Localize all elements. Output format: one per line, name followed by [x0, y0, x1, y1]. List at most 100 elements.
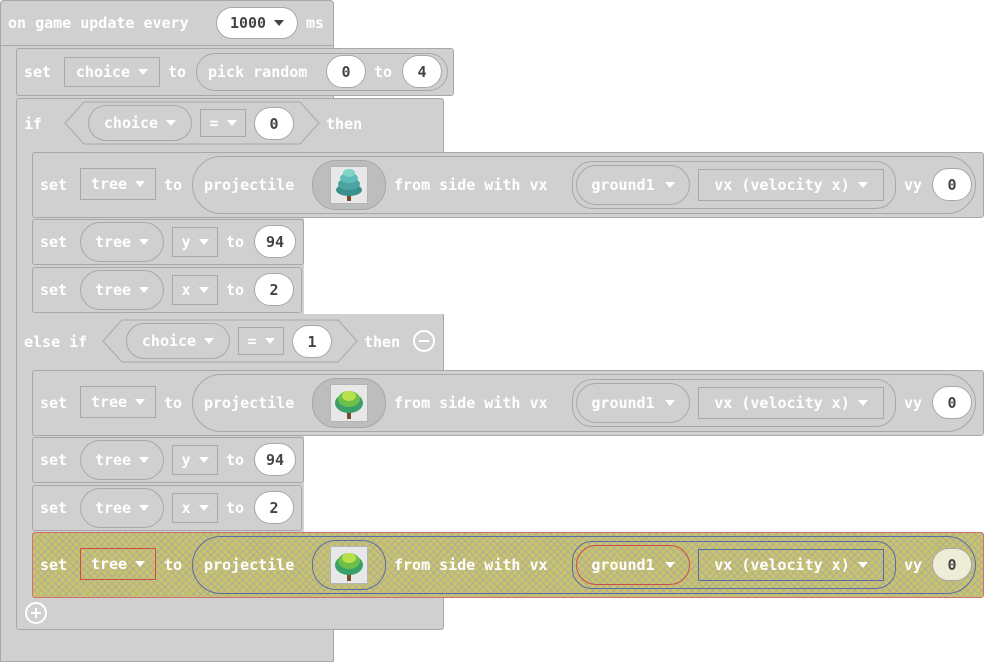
sprite-variable-reporter[interactable]: ground1 [576, 165, 690, 205]
x-value-input[interactable]: 2 [254, 491, 294, 524]
compare-value-input[interactable]: 0 [254, 107, 294, 140]
variable-dropdown-tree[interactable]: tree [80, 386, 156, 418]
chevron-down-icon [857, 400, 868, 406]
set-keyword: set [40, 176, 68, 194]
chevron-down-icon [198, 287, 209, 293]
random-max-input[interactable]: 4 [402, 55, 442, 88]
variable-dropdown-choice[interactable]: choice [64, 57, 160, 87]
to-keyword: to [226, 451, 245, 469]
set-keyword: set [24, 63, 52, 81]
chevron-down-icon [226, 120, 237, 126]
interval-dropdown[interactable]: 1000 [216, 7, 298, 39]
set-keyword: set [40, 233, 68, 251]
choice-variable-reporter[interactable]: choice [126, 323, 230, 359]
vy-value: 0 [947, 175, 957, 194]
variable-label: tree [94, 281, 132, 299]
to-keyword: to [226, 281, 245, 299]
chevron-down-icon [139, 505, 150, 511]
operator-dropdown[interactable]: = [200, 109, 246, 137]
vy-label: vy [904, 176, 923, 194]
variable-dropdown-tree[interactable]: tree [80, 548, 156, 580]
property-dropdown[interactable]: y [172, 445, 218, 475]
property-dropdown[interactable]: y [172, 227, 218, 257]
chevron-down-icon [166, 120, 177, 126]
remove-branch-icon[interactable] [413, 330, 435, 352]
from-side-label: from side with vx [394, 556, 548, 574]
property-dropdown[interactable]: vx (velocity x) [698, 549, 884, 581]
sprite-variable-reporter[interactable]: ground1 [576, 545, 690, 585]
random-min-value: 0 [341, 62, 351, 81]
event-label: on game update every [8, 14, 189, 32]
variable-label: tree [94, 233, 132, 251]
to-keyword: to [226, 499, 245, 517]
chevron-down-icon [664, 400, 675, 406]
sprite-variable-reporter[interactable]: ground1 [576, 383, 690, 423]
vy-value: 0 [947, 393, 957, 412]
else-if-keyword: else if [24, 333, 88, 351]
chevron-down-icon [135, 561, 146, 567]
interval-value: 1000 [229, 14, 267, 32]
from-side-label: from side with vx [394, 394, 548, 412]
y-value-input[interactable]: 94 [254, 443, 296, 476]
then-keyword: then [326, 115, 363, 133]
tree-variable-reporter[interactable]: tree [80, 270, 164, 310]
tree-variable-reporter[interactable]: tree [80, 222, 164, 262]
vy-value: 0 [947, 555, 957, 574]
if-keyword: if [24, 115, 43, 133]
vy-input[interactable]: 0 [932, 168, 972, 201]
operator-label: = [247, 332, 257, 350]
variable-dropdown-tree[interactable]: tree [80, 168, 156, 200]
x-value: 2 [269, 498, 279, 517]
tree-round-icon[interactable] [330, 384, 368, 422]
choice-variable-reporter[interactable]: choice [88, 105, 192, 141]
to-keyword: to [164, 394, 183, 412]
operator-dropdown[interactable]: = [238, 327, 284, 355]
tree-round-icon[interactable] [330, 546, 368, 584]
to-keyword: to [374, 63, 393, 81]
property-label: vx (velocity x) [714, 556, 850, 574]
variable-label: tree [94, 499, 132, 517]
chevron-down-icon [139, 457, 150, 463]
chevron-down-icon [274, 20, 285, 26]
property-dropdown[interactable]: x [172, 493, 218, 523]
chevron-down-icon [139, 239, 150, 245]
y-value-input[interactable]: 94 [254, 225, 296, 258]
add-branch-icon[interactable] [25, 602, 47, 624]
vy-label: vy [904, 394, 923, 412]
vy-input[interactable]: 0 [932, 548, 972, 581]
chevron-down-icon [664, 562, 675, 568]
chevron-down-icon [857, 182, 868, 188]
event-suffix: ms [306, 14, 325, 32]
property-dropdown[interactable]: x [172, 275, 218, 305]
tree-variable-reporter[interactable]: tree [80, 440, 164, 480]
chevron-down-icon [135, 399, 146, 405]
random-min-input[interactable]: 0 [326, 55, 366, 88]
compare-value: 0 [269, 114, 279, 133]
variable-label: tree [90, 555, 128, 573]
from-side-label: from side with vx [394, 176, 548, 194]
pick-random-label: pick random [208, 63, 308, 81]
to-keyword: to [168, 63, 187, 81]
chevron-down-icon [198, 457, 209, 463]
set-keyword: set [40, 281, 68, 299]
tree-variable-reporter[interactable]: tree [80, 488, 164, 528]
property-dropdown[interactable]: vx (velocity x) [698, 169, 884, 201]
chevron-down-icon [664, 182, 675, 188]
compare-value-input[interactable]: 1 [292, 325, 332, 358]
y-value: 94 [265, 450, 285, 469]
tree-pine-icon[interactable] [330, 166, 368, 204]
chevron-down-icon [264, 338, 275, 344]
variable-label: tree [94, 451, 132, 469]
chevron-down-icon [204, 338, 215, 344]
vy-input[interactable]: 0 [932, 386, 972, 419]
property-label: vx (velocity x) [714, 176, 850, 194]
chevron-down-icon [198, 239, 209, 245]
set-keyword: set [40, 556, 68, 574]
x-value: 2 [269, 280, 279, 299]
variable-label: ground1 [591, 556, 655, 574]
property-dropdown[interactable]: vx (velocity x) [698, 387, 884, 419]
property-label: y [181, 451, 191, 469]
variable-label: tree [90, 393, 128, 411]
x-value-input[interactable]: 2 [254, 273, 294, 306]
property-label: x [181, 499, 191, 517]
